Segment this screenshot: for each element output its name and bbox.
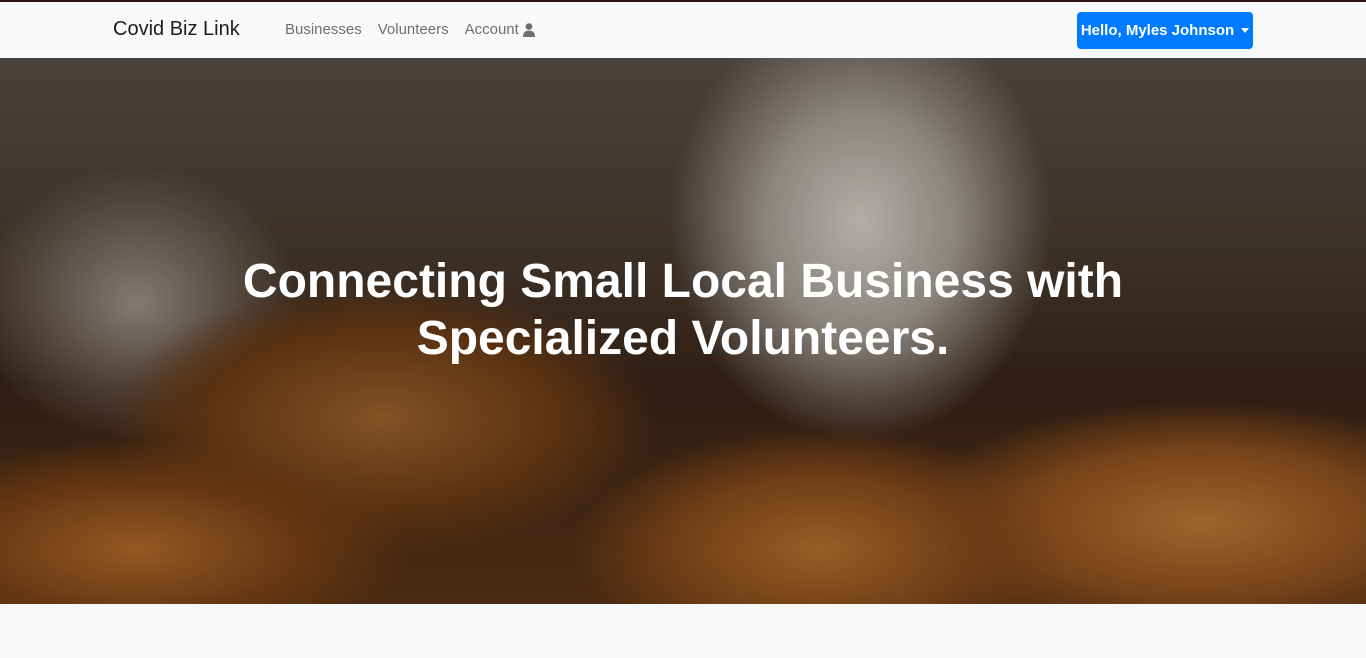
nav-link-volunteers[interactable]: Volunteers <box>378 21 449 38</box>
navbar: Covid Biz Link Businesses Volunteers Acc… <box>0 2 1366 58</box>
hero-title: Connecting Small Local Business with Spe… <box>0 253 1366 367</box>
nav-links: Businesses Volunteers Account <box>285 21 535 38</box>
hero-title-line-2: Specialized Volunteers. <box>416 312 950 365</box>
page-body <box>0 604 1366 658</box>
nav-link-businesses[interactable]: Businesses <box>285 21 362 38</box>
user-menu-label: Hello, Myles Johnson <box>1080 22 1235 39</box>
nav-link-label: Volunteers <box>377 21 449 38</box>
nav-link-label: Account <box>464 21 519 38</box>
user-icon <box>522 22 535 37</box>
brand-link[interactable]: Covid Biz Link <box>113 18 240 41</box>
chevron-down-icon <box>1241 28 1250 33</box>
nav-link-label: Businesses <box>285 21 362 38</box>
user-menu-button[interactable]: Hello, Myles Johnson <box>1077 12 1253 49</box>
nav-link-account[interactable]: Account <box>465 21 535 38</box>
hero-title-line-1: Connecting Small Local Business with <box>242 255 1124 308</box>
hero-banner: Connecting Small Local Business with Spe… <box>0 58 1366 604</box>
